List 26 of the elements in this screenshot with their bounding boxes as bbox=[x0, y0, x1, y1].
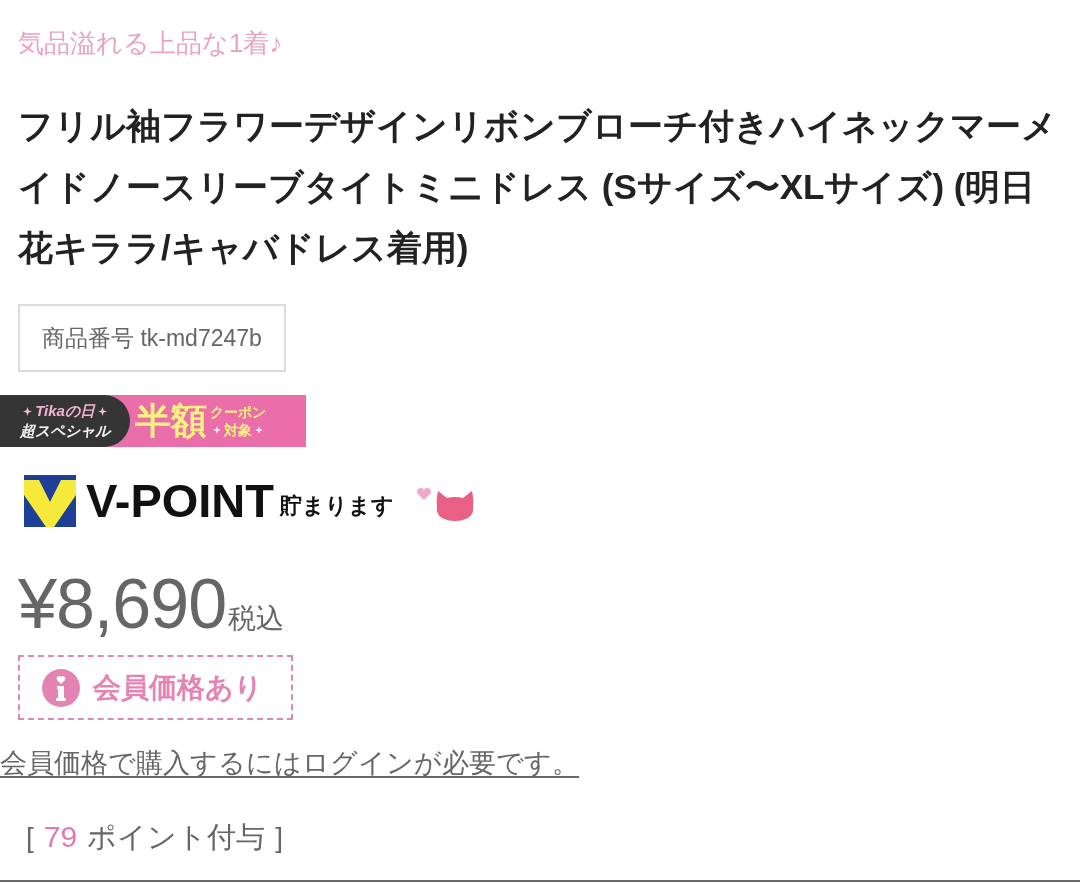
heart-icon bbox=[416, 488, 433, 500]
points-label: ポイント付与 bbox=[87, 820, 266, 855]
product-title: フリル袖フラワーデザインリボンブローチ付きハイネックマーメイドノースリーブタイトミニドレス (Sサイズ〜XLサイズ) (明日花キララ/キャバドレス着用) bbox=[18, 105, 1058, 269]
sparkle-icon bbox=[255, 426, 263, 434]
banner-day-text: Tikaの日 bbox=[35, 402, 95, 420]
banner-target-text: 対象 bbox=[224, 421, 252, 439]
info-icon bbox=[42, 668, 80, 707]
sparkle-icon bbox=[97, 406, 107, 416]
sparkle-icon bbox=[23, 406, 33, 416]
points-value: 79 bbox=[43, 819, 78, 855]
tax-note: 税込 bbox=[228, 602, 285, 636]
banner-coupon-text: クーポン bbox=[210, 403, 266, 421]
sparkle-icon bbox=[213, 426, 221, 434]
login-link[interactable]: 会員価格で購入するにはログインが必要です。 bbox=[0, 745, 579, 781]
price-amount: ¥8,690 bbox=[18, 569, 227, 639]
point-caption: 貯まります bbox=[280, 492, 395, 520]
v-mark-icon bbox=[24, 475, 76, 527]
points-bracket: ] bbox=[275, 821, 283, 855]
points-bracket: [ bbox=[26, 821, 34, 855]
point-program-name: V-POINT bbox=[86, 475, 275, 527]
product-number: 商品番号 tk-md7247b bbox=[18, 304, 286, 372]
banner-special-text: 超スペシャル bbox=[20, 421, 110, 440]
banner-headline: 半額 bbox=[135, 399, 207, 443]
cat-icon bbox=[435, 490, 476, 522]
catchcopy-text: 気品溢れる上品な1着♪ bbox=[18, 27, 283, 60]
member-price-label: 会員価格あり bbox=[93, 670, 263, 705]
